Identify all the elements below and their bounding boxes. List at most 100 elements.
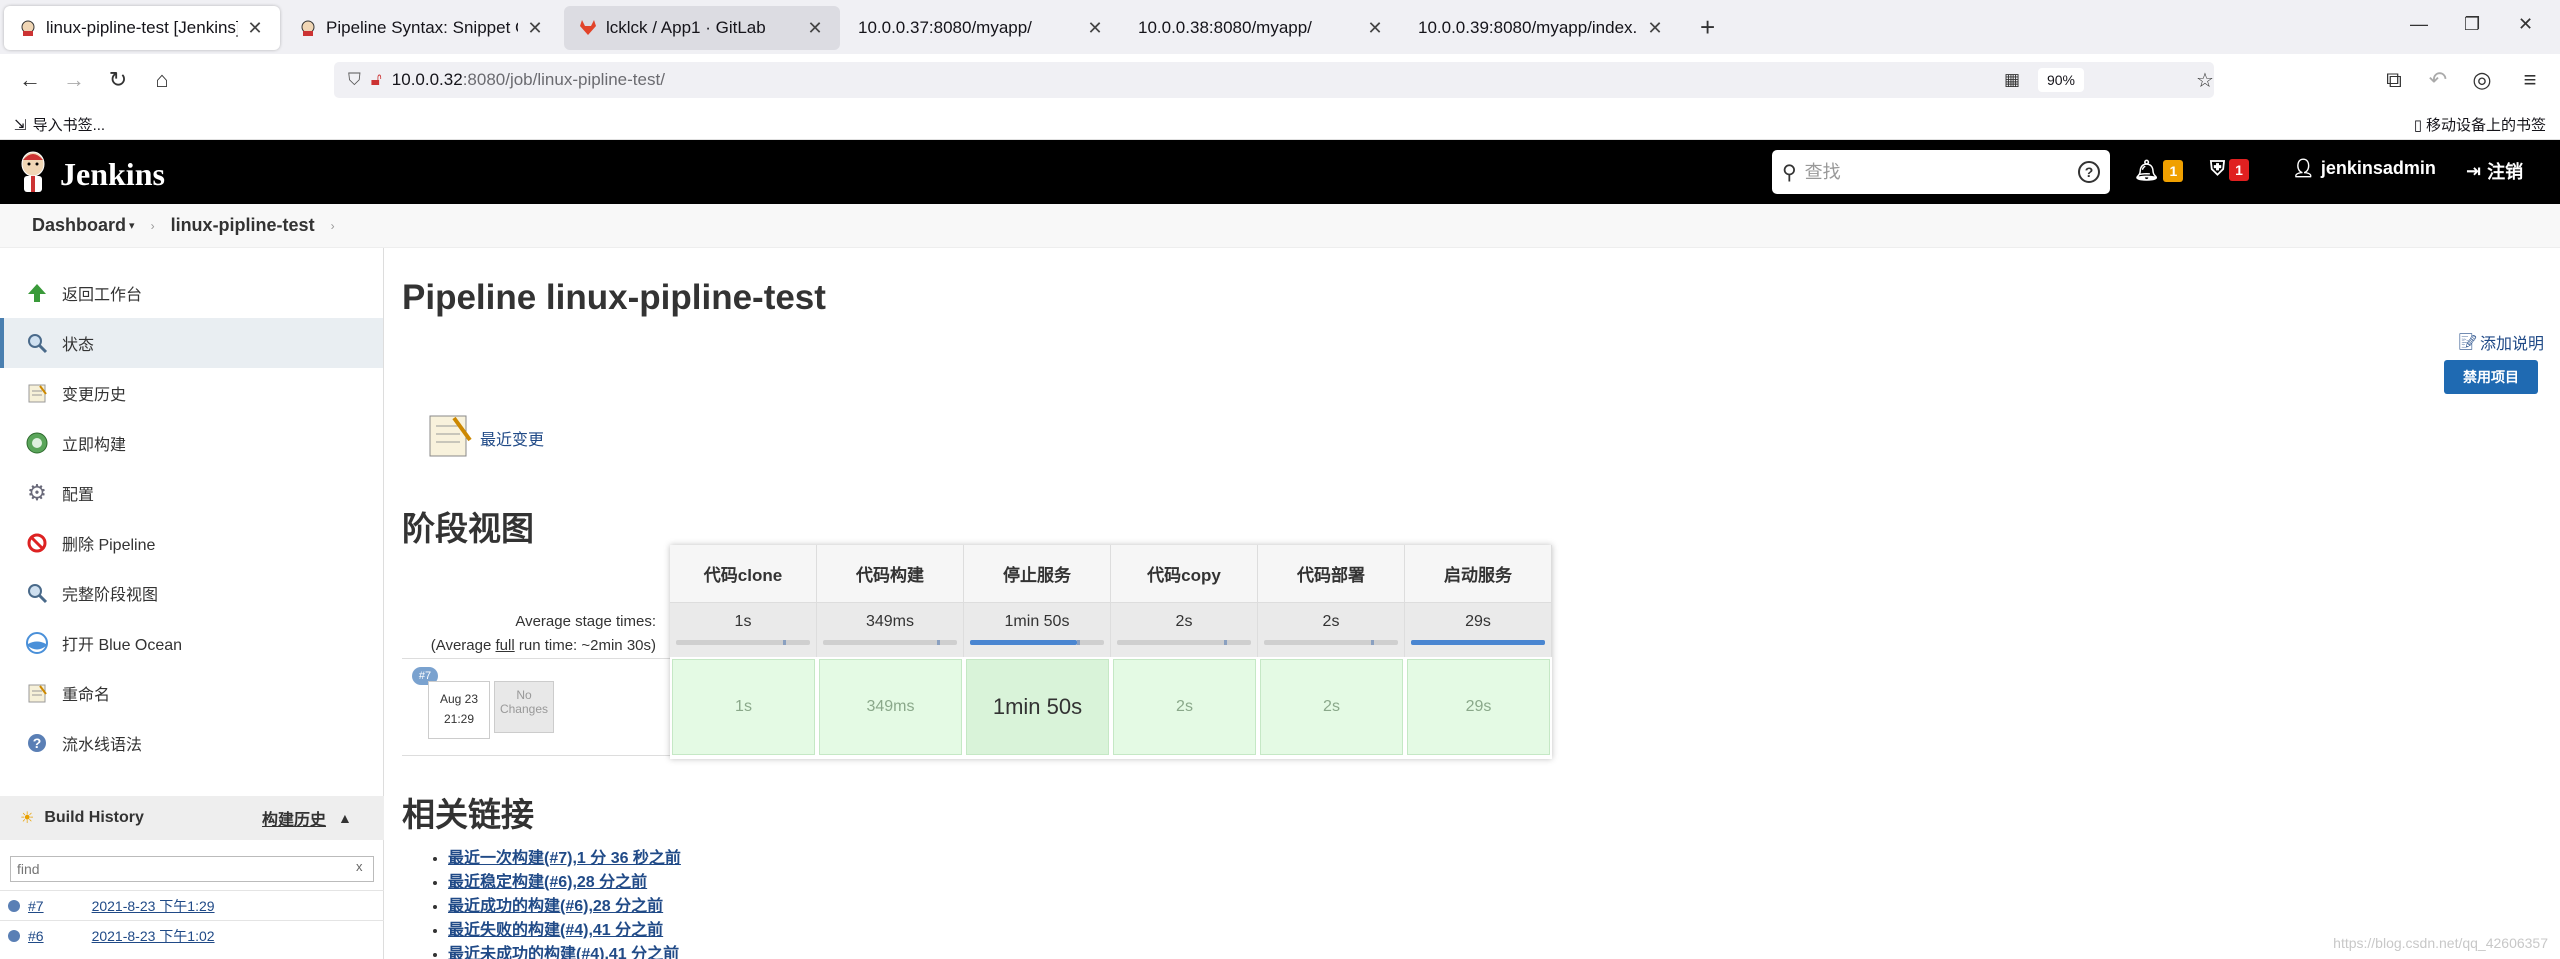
- insecure-lock-icon[interactable]: 🔓︎: [371, 70, 382, 90]
- minimize-icon[interactable]: —: [2410, 14, 2428, 35]
- related-link[interactable]: 最近稳定构建(#6),28 分之前: [448, 874, 647, 891]
- build-date-link[interactable]: 2021-8-23 下午1:02: [92, 926, 215, 946]
- build-number-link[interactable]: #6: [28, 928, 44, 944]
- jenkins-butler-logo-icon: [16, 150, 50, 199]
- notifications-button[interactable]: 🔔︎ 1: [2134, 158, 2184, 183]
- browser-tab-pipeline-syntax[interactable]: Pipeline Syntax: Snippet Generator ✕: [284, 6, 560, 50]
- side-panel: 返回工作台 状态 变更历史 立即构建 ⚙ 配置 删除 Pipeline 完整阶段…: [0, 248, 384, 959]
- stage-progress-fill: [823, 640, 937, 645]
- close-tab-icon[interactable]: ✕: [1644, 18, 1666, 39]
- breadcrumb-job[interactable]: linux-pipline-test: [171, 215, 315, 236]
- stage-run-cell[interactable]: 349ms: [819, 659, 962, 755]
- close-tab-icon[interactable]: ✕: [244, 18, 266, 39]
- related-link[interactable]: 最近失败的构建(#4),41 分之前: [448, 922, 663, 939]
- jenkins-home-link[interactable]: Jenkins: [16, 150, 165, 199]
- security-alerts-button[interactable]: ⛨ 1: [2210, 158, 2249, 181]
- mobile-device-icon: ▯: [2413, 116, 2422, 134]
- zoom-level[interactable]: 90%: [2038, 68, 2084, 92]
- new-tab-icon[interactable]: +: [1700, 12, 1715, 43]
- build-history-trend-link[interactable]: 构建历史: [262, 806, 326, 830]
- browser-tab-gitlab[interactable]: lcklck / App1 · GitLab ✕: [564, 6, 840, 50]
- shield-icon[interactable]: ⛉: [348, 70, 361, 90]
- chevron-up-icon[interactable]: ▲: [338, 810, 352, 826]
- related-link-item: 最近失败的构建(#4),41 分之前: [448, 916, 681, 940]
- stage-view-table: 代码clone 1s 1s 代码构建 349ms 349ms 停止服务 1min 50s 1mi…: [670, 545, 1552, 759]
- close-tab-icon[interactable]: ✕: [1364, 18, 1386, 39]
- build-history-find-input[interactable]: [10, 856, 374, 882]
- stage-average-cell: 1min 50s: [964, 603, 1111, 657]
- build-status-ball-icon: [8, 929, 20, 942]
- chevron-down-icon[interactable]: ▾: [129, 219, 135, 232]
- undo-icon[interactable]: ↶: [2424, 66, 2452, 94]
- stage-header: 代码clone: [670, 545, 817, 603]
- bell-icon: 🔔︎: [2134, 160, 2160, 182]
- stage-header: 代码copy: [1111, 545, 1258, 603]
- menu-icon[interactable]: ≡: [2516, 66, 2544, 94]
- task-back-to-dashboard[interactable]: 返回工作台: [0, 268, 383, 318]
- bookmark-star-icon[interactable]: ☆: [2196, 68, 2214, 93]
- account-icon[interactable]: ◎: [2468, 66, 2496, 94]
- browser-tab-myapp-39[interactable]: 10.0.0.39:8080/myapp/index.html ✕: [1404, 6, 1680, 50]
- stage-run-cell[interactable]: 29s: [1407, 659, 1550, 755]
- screenshot-icon[interactable]: ⧉: [2380, 66, 2408, 94]
- back-icon[interactable]: ←: [16, 66, 44, 94]
- edit-icon: 📝︎: [2457, 334, 2478, 351]
- forward-icon[interactable]: →: [60, 66, 88, 94]
- full-run-link[interactable]: full: [496, 637, 515, 654]
- stage-run-cell[interactable]: 2s: [1113, 659, 1256, 755]
- build-date-box[interactable]: Aug 23 21:29: [428, 681, 490, 739]
- add-description-link[interactable]: 📝︎ 添加说明: [2458, 330, 2544, 354]
- browser-tab-jenkins-job[interactable]: linux-pipline-test [Jenkins] ✕: [4, 6, 280, 50]
- close-tab-icon[interactable]: ✕: [804, 18, 826, 39]
- stage-header: 启动服务: [1405, 545, 1552, 603]
- close-tab-icon[interactable]: ✕: [524, 18, 546, 39]
- close-window-icon[interactable]: ✕: [2518, 14, 2533, 35]
- related-link-item: 最近一次构建(#7),1 分 36 秒之前: [448, 844, 681, 868]
- breadcrumb-dashboard[interactable]: Dashboard: [32, 215, 126, 236]
- build-changes-box: No Changes: [494, 681, 554, 733]
- qr-code-icon[interactable]: ▦: [2004, 70, 2020, 90]
- task-rename[interactable]: 重命名: [0, 668, 383, 718]
- build-history-row: #7 2021-8-23 下午1:29: [0, 890, 384, 920]
- restore-icon[interactable]: ❐: [2464, 14, 2480, 35]
- task-changes[interactable]: 变更历史: [0, 368, 383, 418]
- task-delete-pipeline[interactable]: 删除 Pipeline: [0, 518, 383, 568]
- search-icon: [24, 580, 50, 606]
- close-tab-icon[interactable]: ✕: [1084, 18, 1106, 39]
- logout-button[interactable]: ⇥ 注销: [2466, 158, 2523, 184]
- help-icon[interactable]: ?: [2078, 161, 2100, 183]
- stage-progress-fill: [676, 640, 783, 645]
- recent-changes-link[interactable]: 最近变更: [424, 410, 544, 465]
- related-link[interactable]: 最近未成功的构建(#4),41 分之前: [448, 946, 679, 959]
- import-bookmarks-link[interactable]: ⇲ 导入书签...: [14, 114, 105, 135]
- task-configure[interactable]: ⚙ 配置: [0, 468, 383, 518]
- clear-find-icon[interactable]: x: [356, 859, 363, 874]
- browser-tab-myapp-38[interactable]: 10.0.0.38:8080/myapp/ ✕: [1124, 6, 1400, 50]
- mobile-bookmarks-link[interactable]: ▯ 移动设备上的书签: [2414, 114, 2546, 135]
- task-open-blue-ocean[interactable]: 打开 Blue Ocean: [0, 618, 383, 668]
- task-status[interactable]: 状态: [0, 318, 383, 368]
- stage-average-cell: 349ms: [817, 603, 964, 657]
- gear-icon: ⚙: [27, 480, 47, 505]
- stage-run-cell[interactable]: 2s: [1260, 659, 1403, 755]
- related-link[interactable]: 最近成功的构建(#6),28 分之前: [448, 898, 663, 915]
- search-input[interactable]: [1804, 161, 2078, 183]
- jenkins-header: Jenkins ⚲ ? 🔔︎ 1 ⛨ 1 👤︎ jenkinsadmin ⇥ 注…: [0, 140, 2560, 204]
- task-pipeline-syntax[interactable]: ? 流水线语法: [0, 718, 383, 768]
- home-icon[interactable]: ⌂: [148, 66, 176, 94]
- url-bar[interactable]: ⛉ 🔓︎ 10.0.0.32:8080/job/linux-pipline-te…: [334, 62, 2214, 98]
- browser-tab-myapp-37[interactable]: 10.0.0.37:8080/myapp/ ✕: [844, 6, 1120, 50]
- stage-run-cell[interactable]: 1min 50s: [966, 659, 1109, 755]
- user-menu[interactable]: 👤︎ jenkinsadmin: [2292, 158, 2436, 179]
- avg-full-run-label: (Average full run time: ~2min 30s): [430, 637, 656, 654]
- stage-average-time: 1s: [734, 613, 752, 630]
- task-full-stage-view[interactable]: 完整阶段视图: [0, 568, 383, 618]
- build-number-link[interactable]: #7: [28, 898, 44, 914]
- disable-project-button[interactable]: 禁用项目: [2444, 360, 2538, 394]
- related-link[interactable]: 最近一次构建(#7),1 分 36 秒之前: [448, 850, 681, 867]
- reload-icon[interactable]: ↻: [104, 66, 132, 94]
- build-history-header: ☀ Build History 构建历史 ▲: [0, 796, 384, 840]
- stage-run-cell[interactable]: 1s: [672, 659, 815, 755]
- task-build-now[interactable]: 立即构建: [0, 418, 383, 468]
- build-date-link[interactable]: 2021-8-23 下午1:29: [92, 896, 215, 916]
